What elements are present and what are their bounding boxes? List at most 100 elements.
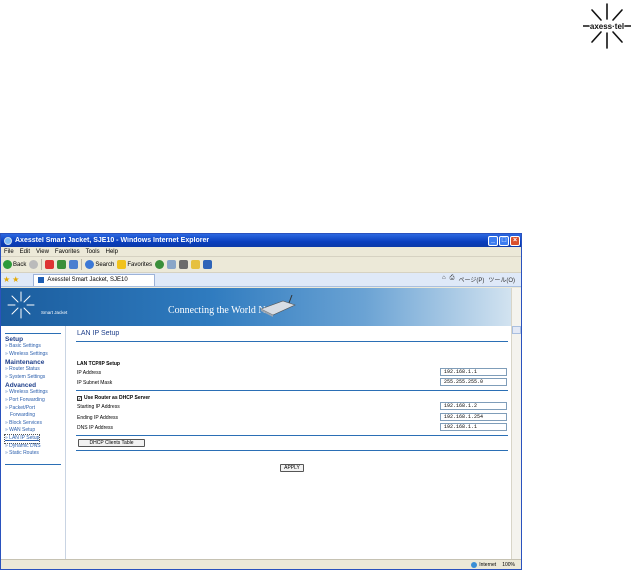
- end-ip-input[interactable]: 192.168.1.254: [440, 413, 507, 421]
- ie-icon: [4, 236, 12, 245]
- maximize-icon[interactable]: □: [499, 235, 509, 246]
- section-divider: [76, 450, 508, 451]
- tcpip-section-heading: LAN TCP/IP Setup: [77, 361, 120, 367]
- menu-view[interactable]: View: [36, 249, 49, 255]
- back-button[interactable]: Back: [3, 260, 26, 269]
- main-content: LAN IP Setup LAN TCP/IP Setup IP Address…: [67, 326, 511, 560]
- sidebar-item-wan-setup[interactable]: » WAN Setup: [5, 427, 65, 435]
- toolbar-separator: [41, 259, 43, 270]
- menu-bar: File Edit View Favorites Tools Help: [1, 247, 521, 257]
- vertical-scrollbar[interactable]: [511, 288, 521, 560]
- axesstel-logo: axess·tel: [582, 2, 632, 50]
- print-command-icon[interactable]: ⎙: [450, 275, 455, 284]
- tools-menu[interactable]: ツール(O): [488, 275, 515, 284]
- menu-tools[interactable]: Tools: [86, 249, 100, 255]
- sidebar-item-system-settings[interactable]: » System Settings: [5, 374, 65, 382]
- zoom-level[interactable]: 100%: [502, 562, 515, 568]
- mail-icon[interactable]: [167, 260, 177, 269]
- sidebar-item-port-forwarding[interactable]: » Port Forwarding: [5, 397, 65, 405]
- sidebar-heading-setup: Setup: [5, 336, 24, 343]
- header-banner: Smart Jacket Connecting the World Now: [1, 288, 521, 326]
- search-button[interactable]: Search: [85, 260, 114, 269]
- sidebar-item-advanced-wireless[interactable]: » Wireless Settings: [5, 389, 65, 397]
- toolbar: Back Search Favorites: [1, 257, 521, 273]
- browser-tab[interactable]: Axesstel Smart Jacket, SJE10: [33, 273, 156, 286]
- sidebar-item-wireless-settings[interactable]: » Wireless Settings: [5, 351, 65, 359]
- browser-window: Axesstel Smart Jacket, SJE10 - Windows I…: [0, 233, 522, 570]
- security-zone: Internet: [471, 561, 496, 568]
- banner-logo-icon: [7, 291, 35, 319]
- dhcp-checkbox[interactable]: ✓: [77, 395, 82, 401]
- screenshot-canvas: axess·tel Axesstel Smart Jacket, SJE10 -…: [0, 0, 644, 570]
- forward-arrow-icon[interactable]: [29, 260, 39, 269]
- tab-bar: ★ ★ Axesstel Smart Jacket, SJE10 ⌂ ⎙ ページ…: [1, 273, 521, 287]
- menu-help[interactable]: Help: [106, 249, 118, 255]
- sidebar-item-dynamic-dns[interactable]: » Dynamic DNS: [5, 443, 65, 451]
- dhcp-clients-table-button[interactable]: DHCP Clients Table: [78, 439, 145, 447]
- tab-favicon: [38, 277, 45, 283]
- apply-button[interactable]: APPLY: [280, 464, 304, 472]
- svg-text:axess·tel: axess·tel: [590, 22, 624, 31]
- section-divider: [76, 390, 508, 391]
- window-title: Axesstel Smart Jacket, SJE10 - Windows I…: [15, 237, 210, 244]
- home-icon[interactable]: [69, 260, 79, 269]
- sidebar: Setup » Basic Settings » Wireless Settin…: [1, 326, 66, 560]
- dns-input[interactable]: 192.168.1.1: [440, 423, 507, 431]
- title-bar: Axesstel Smart Jacket, SJE10 - Windows I…: [1, 234, 521, 247]
- dhcp-checkbox-label: Use Router as DHCP Server: [84, 395, 151, 401]
- dhcp-checkbox-row: ✓ Use Router as DHCP Server: [77, 394, 507, 402]
- globe-icon: [471, 561, 478, 568]
- close-icon[interactable]: ×: [510, 235, 520, 246]
- menu-favorites[interactable]: Favorites: [55, 249, 80, 255]
- sidebar-item-block-services[interactable]: » Block Services: [5, 420, 65, 428]
- ip-address-input[interactable]: 192.168.1.1: [440, 368, 507, 376]
- back-label: Back: [13, 261, 27, 268]
- toolbar-separator: [81, 259, 83, 270]
- search-label: Search: [95, 261, 115, 268]
- command-bar: ⌂ ⎙ ページ(P) ツール(O): [442, 275, 515, 284]
- subnet-row: IP Subnet Mask 255.255.255.0: [77, 378, 507, 387]
- home-command-icon[interactable]: ⌂: [442, 275, 446, 284]
- sidebar-heading-advanced: Advanced: [5, 382, 37, 390]
- history-icon[interactable]: [155, 260, 165, 269]
- page-menu[interactable]: ページ(P): [458, 275, 484, 284]
- refresh-icon[interactable]: [57, 260, 67, 269]
- router-image: [260, 295, 296, 317]
- star-icon: [117, 260, 127, 269]
- sidebar-divider: [5, 333, 61, 334]
- ip-address-row: IP Address 192.168.1.1: [77, 368, 507, 377]
- page-title: LAN IP Setup: [77, 330, 120, 337]
- status-bar: Internet 100%: [1, 559, 521, 569]
- start-ip-input[interactable]: 192.168.1.2: [440, 402, 507, 410]
- sidebar-heading-maintenance: Maintenance: [5, 359, 45, 367]
- minimize-icon[interactable]: _: [488, 235, 498, 246]
- end-ip-row: Ending IP Address 192.168.1.254: [77, 413, 507, 422]
- favorites-button[interactable]: Favorites: [117, 260, 152, 269]
- dns-row: DNS IP Address 192.168.1.1: [77, 423, 507, 432]
- sidebar-item-packet-port[interactable]: » Packet/Port: [5, 405, 65, 413]
- sidebar-item-basic-settings[interactable]: » Basic Settings: [5, 343, 65, 351]
- section-divider: [76, 435, 508, 436]
- back-arrow-icon: [3, 260, 12, 269]
- menu-edit[interactable]: Edit: [20, 249, 30, 255]
- folder-icon[interactable]: [191, 260, 201, 269]
- favorites-label: Favorites: [127, 261, 153, 268]
- favorites-star-icon[interactable]: ★: [3, 275, 10, 284]
- subnet-input[interactable]: 255.255.255.0: [440, 378, 507, 386]
- banner-product-label: Smart Jacket: [41, 310, 68, 315]
- section-divider: [76, 341, 508, 342]
- sidebar-divider: [5, 463, 61, 465]
- add-favorite-icon[interactable]: ★: [12, 275, 19, 284]
- print-icon[interactable]: [179, 260, 189, 269]
- sidebar-item-router-status[interactable]: » Router Status: [5, 366, 65, 374]
- stop-icon[interactable]: [45, 260, 55, 269]
- menu-file[interactable]: File: [4, 249, 14, 255]
- page-viewport: Smart Jacket Connecting the World Now Se…: [1, 288, 521, 560]
- start-ip-row: Starting IP Address 192.168.1.2: [77, 402, 507, 411]
- messenger-icon[interactable]: [203, 260, 213, 269]
- sidebar-item-packet-port-forwarding[interactable]: Forwarding: [5, 412, 65, 420]
- scroll-up-icon[interactable]: [512, 326, 521, 334]
- sidebar-item-lan-ip-setup[interactable]: » LAN IP Setup: [3, 433, 41, 444]
- sidebar-item-static-routes[interactable]: » Static Routes: [5, 450, 65, 458]
- tab-title: Axesstel Smart Jacket, SJE10: [47, 277, 128, 283]
